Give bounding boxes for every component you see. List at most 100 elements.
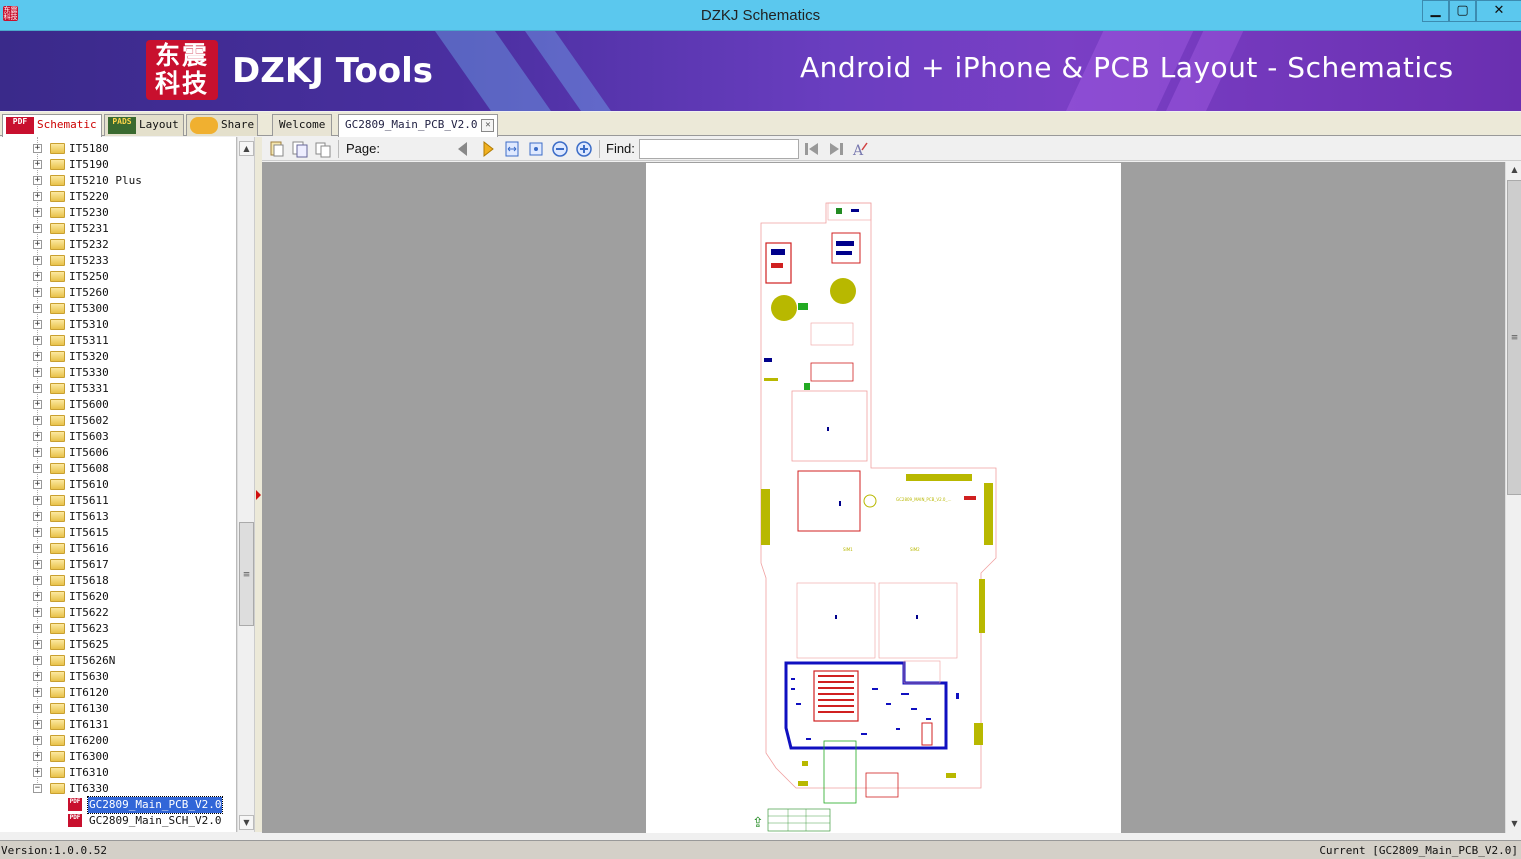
previous-page-icon[interactable]: [454, 140, 472, 158]
tree-folder[interactable]: + IT5602: [0, 413, 236, 429]
expand-icon[interactable]: +: [33, 272, 42, 281]
scroll-down-icon[interactable]: ▼: [239, 815, 254, 830]
expand-icon[interactable]: +: [33, 176, 42, 185]
expand-icon[interactable]: +: [33, 544, 42, 553]
tree-folder[interactable]: + IT5618: [0, 573, 236, 589]
zoom-in-icon[interactable]: [575, 140, 593, 158]
collapse-icon[interactable]: −: [33, 784, 42, 793]
tree-folder[interactable]: + IT5230: [0, 205, 236, 221]
scroll-thumb[interactable]: ≡: [1507, 180, 1521, 495]
expand-icon[interactable]: +: [33, 304, 42, 313]
tree-folder[interactable]: + IT5608: [0, 461, 236, 477]
tree-folder[interactable]: + IT5603: [0, 429, 236, 445]
tree-folder[interactable]: + IT6300: [0, 749, 236, 765]
tree-file[interactable]: PDF GC2809_Main_PCB_V2.0: [0, 796, 236, 814]
find-previous-icon[interactable]: [803, 140, 821, 158]
tree-folder[interactable]: + IT5611: [0, 493, 236, 509]
expand-icon[interactable]: +: [33, 480, 42, 489]
expand-icon[interactable]: +: [33, 704, 42, 713]
close-tab-icon[interactable]: ✕: [481, 119, 495, 132]
expand-icon[interactable]: +: [33, 208, 42, 217]
pdf-viewer[interactable]: GC2809_MAIN_PCB_V2.0_… SIM1 SIM2 ⇪: [262, 162, 1505, 833]
panel-splitter[interactable]: [254, 137, 262, 832]
expand-icon[interactable]: +: [33, 720, 42, 729]
tree-folder[interactable]: + IT5617: [0, 557, 236, 573]
expand-icon[interactable]: +: [33, 384, 42, 393]
expand-icon[interactable]: +: [33, 512, 42, 521]
tree-folder[interactable]: + IT6120: [0, 685, 236, 701]
scroll-up-icon[interactable]: ▲: [239, 141, 254, 156]
tree-folder[interactable]: + IT5233: [0, 253, 236, 269]
expand-icon[interactable]: +: [33, 288, 42, 297]
save-page-icon[interactable]: [291, 140, 309, 158]
expand-icon[interactable]: +: [33, 352, 42, 361]
expand-icon[interactable]: +: [33, 144, 42, 153]
tab-gc2809-main-pcb[interactable]: GC2809_Main_PCB_V2.0 ✕: [338, 114, 499, 137]
tree-folder[interactable]: + IT5613: [0, 509, 236, 525]
expand-icon[interactable]: +: [33, 560, 42, 569]
tree-file[interactable]: PDF GC2809_Main_SCH_V2.0: [0, 813, 236, 829]
minimize-button[interactable]: ▁: [1422, 0, 1449, 22]
tree-folder[interactable]: + IT5220: [0, 189, 236, 205]
expand-icon[interactable]: +: [33, 160, 42, 169]
expand-icon[interactable]: +: [33, 224, 42, 233]
fit-page-icon[interactable]: [527, 140, 545, 158]
expand-icon[interactable]: +: [33, 368, 42, 377]
tab-schematic[interactable]: PDF Schematic: [2, 114, 102, 137]
expand-icon[interactable]: +: [33, 464, 42, 473]
tree-folder[interactable]: + IT5310: [0, 317, 236, 333]
tree-scrollbar[interactable]: ▲ ≡ ▼: [237, 137, 254, 832]
expand-icon[interactable]: +: [33, 608, 42, 617]
expand-icon[interactable]: +: [33, 240, 42, 249]
tree-folder[interactable]: + IT5190: [0, 157, 236, 173]
tab-layout[interactable]: PADS Layout: [104, 114, 184, 136]
highlight-text-icon[interactable]: A: [851, 140, 869, 158]
tree-folder[interactable]: + IT5600: [0, 397, 236, 413]
find-input[interactable]: [639, 139, 799, 159]
scroll-down-icon[interactable]: ▼: [1507, 817, 1521, 832]
maximize-button[interactable]: ▢: [1449, 0, 1476, 22]
tree-folder[interactable]: + IT5620: [0, 589, 236, 605]
tree-folder[interactable]: + IT5623: [0, 621, 236, 637]
next-page-icon[interactable]: [479, 140, 497, 158]
expand-icon[interactable]: +: [33, 640, 42, 649]
tree-folder[interactable]: + IT5331: [0, 381, 236, 397]
find-next-icon[interactable]: [827, 140, 845, 158]
expand-icon[interactable]: +: [33, 416, 42, 425]
tree-folder[interactable]: + IT5320: [0, 349, 236, 365]
expand-icon[interactable]: +: [33, 448, 42, 457]
tree-folder[interactable]: + IT5606: [0, 445, 236, 461]
tree-folder[interactable]: + IT5616: [0, 541, 236, 557]
expand-icon[interactable]: +: [33, 432, 42, 441]
tree-folder[interactable]: + IT5622: [0, 605, 236, 621]
tree-folder[interactable]: + IT6200: [0, 733, 236, 749]
tree-folder[interactable]: + IT5232: [0, 237, 236, 253]
expand-icon[interactable]: +: [33, 688, 42, 697]
tree-folder[interactable]: + IT5300: [0, 301, 236, 317]
expand-icon[interactable]: +: [33, 768, 42, 777]
expand-icon[interactable]: +: [33, 672, 42, 681]
print-icon[interactable]: [314, 140, 332, 158]
tree-folder[interactable]: − IT6330: [0, 781, 236, 797]
viewer-scrollbar[interactable]: ▲ ≡ ▼: [1505, 162, 1521, 833]
expand-icon[interactable]: +: [33, 576, 42, 585]
tree-folder[interactable]: + IT6131: [0, 717, 236, 733]
fit-width-icon[interactable]: [503, 140, 521, 158]
expand-icon[interactable]: +: [33, 528, 42, 537]
tree-folder[interactable]: + IT5311: [0, 333, 236, 349]
expand-icon[interactable]: +: [33, 320, 42, 329]
close-button[interactable]: ✕: [1476, 0, 1521, 22]
expand-icon[interactable]: +: [33, 752, 42, 761]
device-tree[interactable]: + IT5180 + IT5190 + IT5210 Plus + IT5220 + IT5230…: [0, 137, 237, 832]
scroll-up-icon[interactable]: ▲: [1507, 163, 1521, 178]
expand-icon[interactable]: +: [33, 336, 42, 345]
tree-folder[interactable]: + IT6130: [0, 701, 236, 717]
tree-folder[interactable]: + IT5626N: [0, 653, 236, 669]
tree-folder[interactable]: + IT5250: [0, 269, 236, 285]
expand-icon[interactable]: +: [33, 192, 42, 201]
scroll-thumb[interactable]: ≡: [239, 522, 254, 626]
expand-icon[interactable]: +: [33, 624, 42, 633]
expand-icon[interactable]: +: [33, 736, 42, 745]
expand-icon[interactable]: +: [33, 496, 42, 505]
expand-icon[interactable]: +: [33, 400, 42, 409]
